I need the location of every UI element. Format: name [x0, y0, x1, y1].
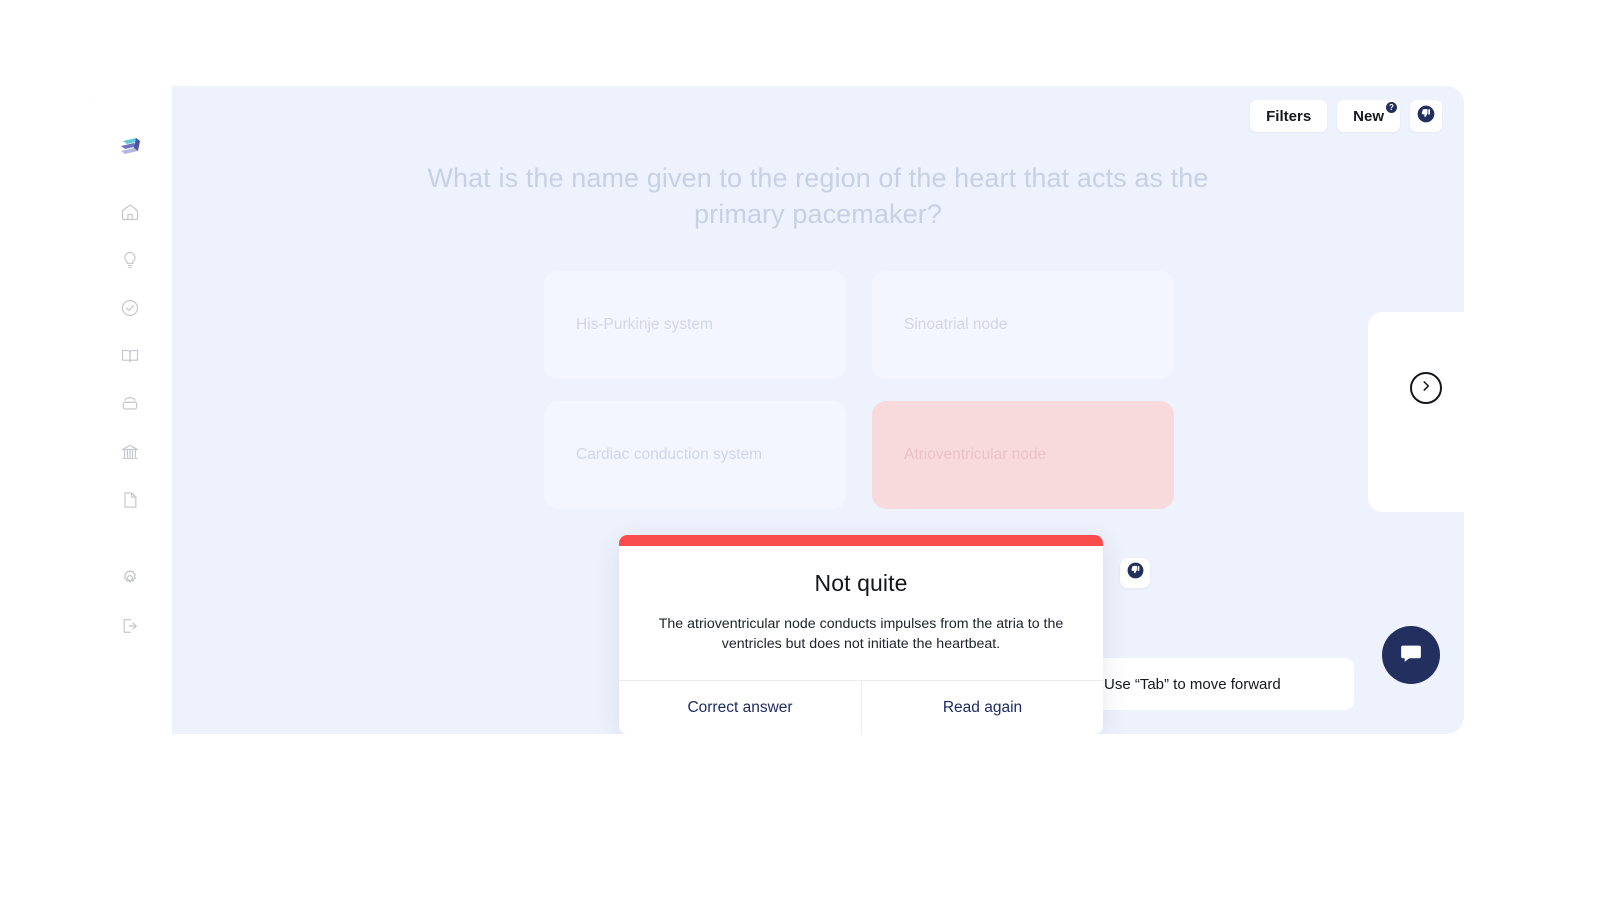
sidebar-item-logout[interactable] [108, 604, 152, 648]
sidebar-item-institution[interactable] [108, 430, 152, 474]
layers-logo[interactable] [113, 130, 147, 164]
lightbulb-icon [120, 250, 140, 270]
modal-description: The atrioventricular node conducts impul… [658, 616, 1064, 652]
tab-hint-label: Use “Tab” to move forward [1104, 675, 1281, 693]
archive-icon [120, 394, 140, 414]
book-icon [120, 346, 140, 366]
correct-answer-button[interactable]: Correct answer [619, 681, 861, 734]
new-button[interactable]: New ? [1337, 100, 1400, 132]
sidebar-item-library[interactable] [108, 334, 152, 378]
chat-bubble-icon [1398, 640, 1424, 671]
quiz-option-label: Sinoatrial node [904, 316, 1008, 333]
quiz-option-label: Atrioventricular node [904, 446, 1047, 463]
modal-title: Not quite [814, 570, 908, 596]
logout-icon [120, 616, 140, 636]
next-panel [1368, 312, 1464, 512]
modal-accent-bar [619, 535, 1103, 546]
sidebar-item-tasks[interactable] [108, 286, 152, 330]
modal-body: Not quite The atrioventricular node cond… [619, 546, 1103, 680]
new-help-badge[interactable]: ? [1386, 102, 1397, 113]
chevron-right-icon [1419, 379, 1433, 398]
quiz-options: His-Purkinje system Sinoatrial node Card… [544, 271, 1174, 509]
next-question-button[interactable] [1410, 372, 1442, 404]
filters-button[interactable]: Filters [1250, 100, 1328, 132]
sidebar-item-home[interactable] [108, 190, 152, 234]
home-icon [120, 202, 140, 222]
quiz-option-label: Cardiac conduction system [576, 446, 763, 463]
chat-support-button[interactable] [1382, 626, 1440, 684]
topbar-feedback-button[interactable] [1410, 100, 1442, 132]
document-icon [120, 490, 140, 510]
feedback-modal: Not quite The atrioventricular node cond… [619, 535, 1103, 734]
topbar: Filters New ? [1250, 100, 1442, 132]
gear-icon [120, 568, 140, 588]
sidebar [88, 86, 172, 734]
quiz-option-label: His-Purkinje system [576, 316, 713, 333]
quiz-option-4-selected-incorrect[interactable]: Atrioventricular node [872, 401, 1174, 509]
read-again-label: Read again [942, 698, 1023, 716]
new-label: New [1353, 107, 1384, 125]
app-window: Filters New ? What is the name given to … [88, 86, 1464, 734]
quiz-option-3[interactable]: Cardiac conduction system [544, 401, 846, 509]
correct-answer-label: Correct answer [687, 698, 793, 716]
quiz-option-1[interactable]: His-Purkinje system [544, 271, 846, 379]
thumbs-down-icon [1416, 104, 1436, 129]
sidebar-item-documents[interactable] [108, 478, 152, 522]
answer-feedback-button[interactable] [1120, 558, 1150, 588]
quiz-option-2[interactable]: Sinoatrial node [872, 271, 1174, 379]
sidebar-item-archive[interactable] [108, 382, 152, 426]
thumbs-down-icon [1126, 561, 1145, 585]
sidebar-item-insights[interactable] [108, 238, 152, 282]
sidebar-item-settings[interactable] [108, 556, 152, 600]
modal-footer: Correct answer Read again [619, 680, 1103, 734]
filters-label: Filters [1266, 107, 1312, 125]
quiz-question: What is the name given to the region of … [427, 163, 1209, 229]
read-again-button[interactable]: Read again [861, 681, 1103, 734]
main-content: Filters New ? What is the name given to … [172, 86, 1464, 734]
check-circle-icon [120, 298, 140, 318]
bank-icon [120, 442, 140, 462]
